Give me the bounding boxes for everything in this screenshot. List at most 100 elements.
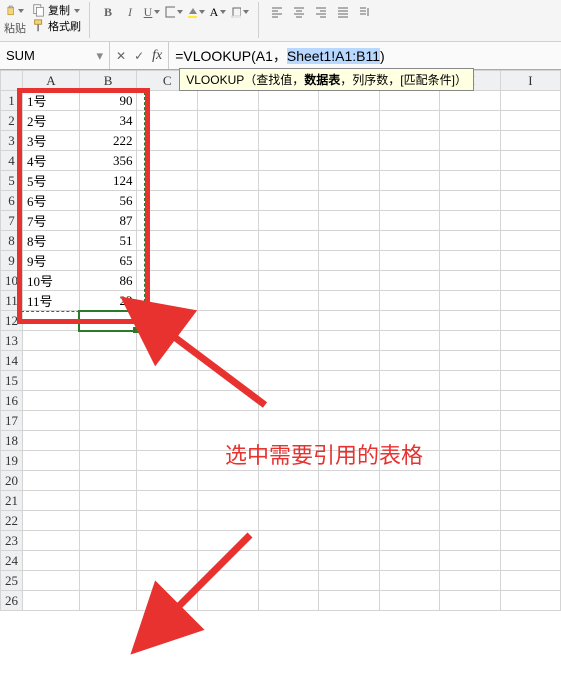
cell[interactable] bbox=[319, 311, 379, 331]
cell[interactable] bbox=[500, 251, 560, 271]
row-header-15[interactable]: 15 bbox=[1, 371, 23, 391]
cell[interactable]: 86 bbox=[79, 271, 137, 291]
cell[interactable] bbox=[137, 491, 198, 511]
cell[interactable] bbox=[440, 311, 501, 331]
cell[interactable] bbox=[440, 511, 501, 531]
align-left-button[interactable] bbox=[267, 2, 287, 22]
cell[interactable] bbox=[500, 271, 560, 291]
cell[interactable] bbox=[79, 571, 137, 591]
row-header-19[interactable]: 19 bbox=[1, 451, 23, 471]
row-header-16[interactable]: 16 bbox=[1, 391, 23, 411]
cell[interactable] bbox=[319, 111, 379, 131]
cell[interactable] bbox=[258, 511, 318, 531]
cell[interactable] bbox=[319, 511, 379, 531]
cell[interactable] bbox=[23, 571, 80, 591]
cell[interactable] bbox=[79, 471, 137, 491]
orientation-button[interactable] bbox=[355, 2, 375, 22]
cell[interactable]: 11号 bbox=[23, 291, 80, 311]
cell[interactable] bbox=[23, 511, 80, 531]
cell[interactable] bbox=[198, 391, 259, 411]
cell[interactable] bbox=[137, 371, 198, 391]
cell[interactable] bbox=[79, 411, 137, 431]
cell[interactable] bbox=[258, 331, 318, 351]
cell[interactable] bbox=[440, 411, 501, 431]
cell[interactable] bbox=[198, 431, 259, 451]
cell[interactable] bbox=[440, 451, 501, 471]
cell[interactable] bbox=[440, 391, 501, 411]
bold-button[interactable]: B bbox=[98, 2, 118, 22]
cell[interactable] bbox=[79, 511, 137, 531]
cell[interactable] bbox=[137, 191, 198, 211]
cell[interactable]: 87 bbox=[79, 211, 137, 231]
cell[interactable] bbox=[379, 331, 440, 351]
cell[interactable] bbox=[137, 551, 198, 571]
cell[interactable] bbox=[137, 211, 198, 231]
cell[interactable] bbox=[258, 311, 318, 331]
cell[interactable] bbox=[319, 471, 379, 491]
col-header-A[interactable]: A bbox=[23, 71, 80, 91]
cell[interactable] bbox=[500, 291, 560, 311]
cell[interactable] bbox=[319, 91, 379, 111]
cell[interactable]: 3号 bbox=[23, 131, 80, 151]
cell[interactable]: 8号 bbox=[23, 231, 80, 251]
cell[interactable] bbox=[379, 291, 440, 311]
cell[interactable] bbox=[258, 431, 318, 451]
cell[interactable] bbox=[319, 371, 379, 391]
cell[interactable] bbox=[258, 591, 318, 611]
cell[interactable] bbox=[198, 91, 259, 111]
row-header-17[interactable]: 17 bbox=[1, 411, 23, 431]
cell[interactable] bbox=[440, 111, 501, 131]
cell[interactable] bbox=[500, 491, 560, 511]
cell[interactable] bbox=[440, 351, 501, 371]
cell[interactable] bbox=[379, 251, 440, 271]
cell[interactable]: 9号 bbox=[23, 251, 80, 271]
align-center-button[interactable] bbox=[289, 2, 309, 22]
row-header-1[interactable]: 1 bbox=[1, 91, 23, 111]
cell[interactable] bbox=[23, 531, 80, 551]
cell[interactable] bbox=[258, 91, 318, 111]
cell[interactable] bbox=[137, 131, 198, 151]
cell[interactable]: 90 bbox=[79, 91, 137, 111]
cell[interactable] bbox=[198, 151, 259, 171]
cell[interactable] bbox=[258, 231, 318, 251]
cell[interactable]: 65 bbox=[79, 251, 137, 271]
row-header-18[interactable]: 18 bbox=[1, 431, 23, 451]
cell[interactable] bbox=[258, 131, 318, 151]
cell[interactable] bbox=[198, 331, 259, 351]
cell[interactable] bbox=[258, 411, 318, 431]
cell[interactable] bbox=[319, 551, 379, 571]
cell[interactable] bbox=[258, 551, 318, 571]
cell[interactable] bbox=[137, 471, 198, 491]
cell[interactable] bbox=[79, 531, 137, 551]
cell[interactable] bbox=[319, 451, 379, 471]
cell[interactable] bbox=[319, 491, 379, 511]
cell[interactable] bbox=[440, 591, 501, 611]
cell[interactable] bbox=[319, 151, 379, 171]
cell[interactable] bbox=[23, 451, 80, 471]
cell[interactable] bbox=[198, 271, 259, 291]
cell[interactable] bbox=[137, 311, 198, 331]
cell[interactable] bbox=[79, 371, 137, 391]
cell[interactable] bbox=[137, 151, 198, 171]
cell[interactable]: 4号 bbox=[23, 151, 80, 171]
cell[interactable] bbox=[440, 371, 501, 391]
cell[interactable] bbox=[258, 291, 318, 311]
cell[interactable] bbox=[319, 331, 379, 351]
cell[interactable] bbox=[137, 391, 198, 411]
formula-input[interactable]: =VLOOKUP(A1，Sheet1!A1:B11) VLOOKUP（查找值，数… bbox=[169, 42, 561, 69]
fill-color-button[interactable] bbox=[186, 2, 206, 22]
cell[interactable] bbox=[319, 391, 379, 411]
cell[interactable] bbox=[198, 111, 259, 131]
cell[interactable] bbox=[500, 591, 560, 611]
cell[interactable] bbox=[258, 471, 318, 491]
cell[interactable] bbox=[137, 331, 198, 351]
cell[interactable] bbox=[319, 191, 379, 211]
cell[interactable] bbox=[23, 591, 80, 611]
cell[interactable] bbox=[500, 531, 560, 551]
cell[interactable] bbox=[379, 431, 440, 451]
cell[interactable] bbox=[198, 311, 259, 331]
cell[interactable] bbox=[379, 411, 440, 431]
row-header-8[interactable]: 8 bbox=[1, 231, 23, 251]
cell[interactable] bbox=[379, 311, 440, 331]
cell[interactable] bbox=[440, 531, 501, 551]
